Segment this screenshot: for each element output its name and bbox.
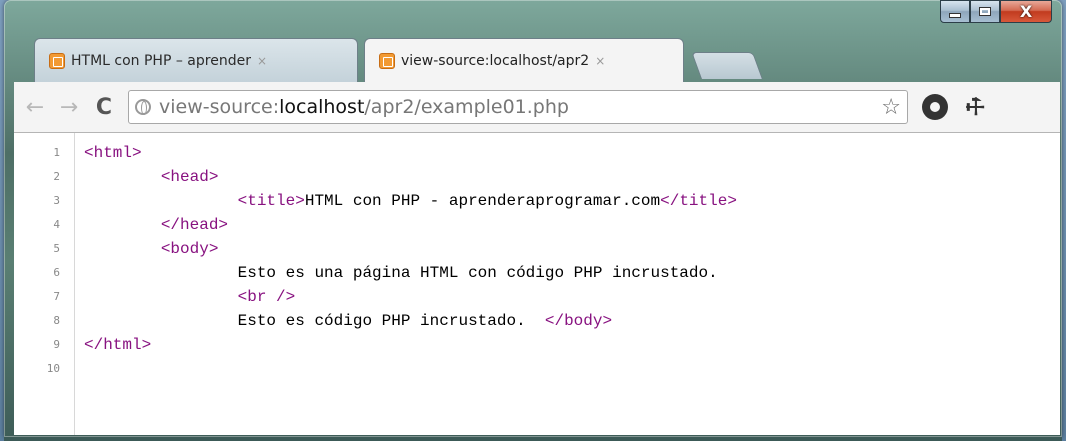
code-text: <title>HTML con PHP - aprenderaprogramar… <box>84 189 737 213</box>
source-line: 3 <title>HTML con PHP - aprenderaprogram… <box>14 189 1060 213</box>
html-tag: </title> <box>660 192 737 210</box>
code-text: <head> <box>84 165 219 189</box>
source-line: 2 <head> <box>14 165 1060 189</box>
bookmark-star-icon[interactable]: ☆ <box>881 95 901 120</box>
window-bottom-border <box>4 437 1062 441</box>
code-text: Esto es código PHP incrustado. </body> <box>84 309 612 333</box>
text-content: Esto es una página HTML con código PHP i… <box>237 264 718 282</box>
globe-icon <box>135 99 151 115</box>
source-line: 9 </html> <box>14 333 1060 357</box>
code-text: </html> <box>84 333 151 357</box>
source-line: 4 </head> <box>14 213 1060 237</box>
browser-window: X HTML con PHP – aprender × view-source:… <box>4 0 1062 437</box>
favicon-icon <box>49 52 65 69</box>
settings-gear-icon[interactable] <box>922 94 948 120</box>
line-number: 10 <box>46 362 60 375</box>
tab-view-source[interactable]: view-source:localhost/apr2 × <box>364 38 684 82</box>
code-text: <body> <box>84 237 219 261</box>
url-path: /apr2/example01.php <box>364 96 569 118</box>
reload-icon[interactable]: C <box>92 95 116 120</box>
browser-toolbar: ← → C view-source:localhost/apr2/example… <box>14 82 1060 133</box>
html-tag: <body> <box>160 240 219 258</box>
new-tab-button[interactable] <box>691 52 763 79</box>
close-button[interactable]: X <box>1000 0 1052 23</box>
minimize-icon <box>949 13 961 18</box>
tab-title: HTML con PHP – aprender <box>71 52 251 69</box>
line-number: 7 <box>53 290 60 303</box>
line-number: 4 <box>53 218 60 231</box>
tab-title: view-source:localhost/apr2 <box>401 52 590 69</box>
line-number: 3 <box>53 194 60 207</box>
html-tag: </html> <box>84 336 152 354</box>
source-line: 1 <html> <box>14 141 1060 165</box>
source-line: 10 <box>14 357 1060 381</box>
code-text: </head> <box>84 213 228 237</box>
forward-arrow-icon[interactable]: → <box>56 95 82 120</box>
window-controls: X <box>940 0 1052 26</box>
source-line: 5 <body> <box>14 237 1060 261</box>
html-tag: </body> <box>544 312 613 330</box>
code-text: Esto es una página HTML con código PHP i… <box>84 261 718 285</box>
html-tag: <br /> <box>237 288 296 306</box>
source-line: 8 Esto es código PHP incrustado. </body> <box>14 309 1060 333</box>
html-tag: <head> <box>160 168 219 186</box>
html-tag: </head> <box>160 216 229 234</box>
line-number: 6 <box>53 266 60 279</box>
maximize-icon <box>979 7 991 16</box>
url-prefix: view-source: <box>159 96 280 118</box>
line-number: 9 <box>53 338 60 351</box>
source-line: 6 Esto es una página HTML con código PHP… <box>14 261 1060 285</box>
tab-close-icon[interactable]: × <box>595 54 605 68</box>
tab-html-con-php[interactable]: HTML con PHP – aprender × <box>34 38 358 82</box>
wrench-icon[interactable]: ⚒ <box>960 91 992 123</box>
html-tag: <title> <box>237 192 305 210</box>
line-number: 1 <box>53 146 60 159</box>
close-icon: X <box>1019 2 1033 21</box>
source-line: 7 <br /> <box>14 285 1060 309</box>
line-number: 2 <box>53 170 60 183</box>
back-arrow-icon[interactable]: ← <box>22 95 48 120</box>
maximize-button[interactable] <box>970 0 1000 23</box>
code-text: <br /> <box>84 285 296 309</box>
text-content: Esto es código PHP incrustado. <box>237 312 545 330</box>
tab-close-icon[interactable]: × <box>257 54 267 68</box>
source-view: 1 <html> 2 <head> 3 <title>HTML con PHP - a… <box>14 133 1060 435</box>
code-text: <html> <box>84 141 142 165</box>
favicon-icon <box>379 52 395 69</box>
line-number: 5 <box>53 242 60 255</box>
address-bar[interactable]: view-source:localhost/apr2/example01.php… <box>128 90 908 124</box>
url-text: view-source:localhost/apr2/example01.php <box>159 96 569 118</box>
minimize-button[interactable] <box>940 0 970 23</box>
line-number: 8 <box>53 314 60 327</box>
text-content: HTML con PHP - aprenderaprogramar.com <box>304 192 661 210</box>
url-host: localhost <box>279 96 365 118</box>
html-tag: <html> <box>84 144 142 162</box>
